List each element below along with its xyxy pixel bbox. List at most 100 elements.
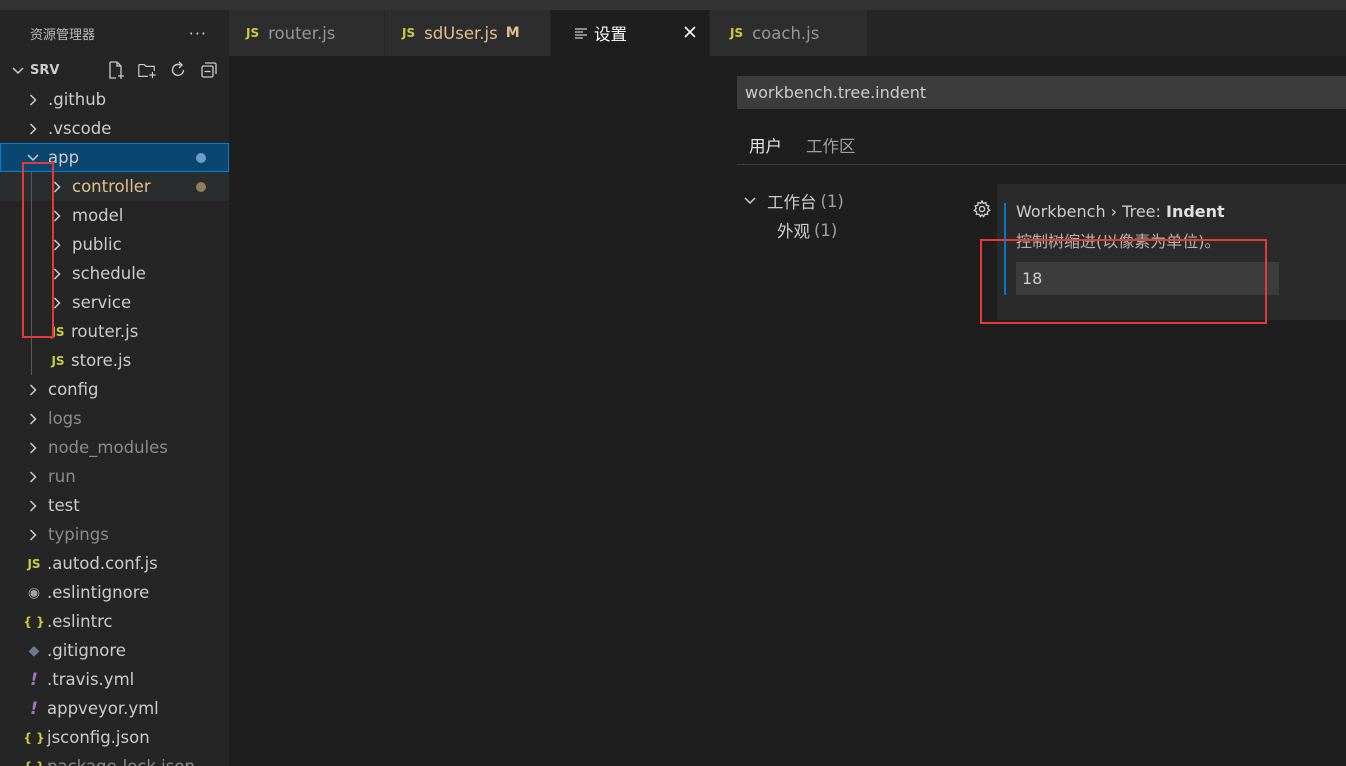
- workspace-section-header[interactable]: SRV: [0, 56, 229, 85]
- chevron-down-icon: [25, 153, 41, 162]
- vscode-window: 资源管理器 ··· SRV .github .vscode app contro…: [0, 0, 1346, 766]
- explorer-actions: [106, 60, 219, 80]
- json-file-icon: { }: [23, 730, 45, 745]
- tree-item-label: .vscode: [48, 119, 112, 138]
- tree-item-label: logs: [48, 409, 82, 428]
- tab-settings[interactable]: 设置: [551, 10, 710, 56]
- tree-item-label: router.js: [71, 322, 139, 341]
- tree-item-label: controller: [72, 177, 151, 196]
- tab-coach-js[interactable]: JS coach.js: [710, 10, 868, 56]
- tree-item-label: test: [48, 496, 80, 515]
- close-icon[interactable]: [681, 23, 699, 41]
- toc-item-appearance[interactable]: 外观 (1): [777, 218, 837, 242]
- tree-folder-row[interactable]: .vscode: [0, 114, 229, 143]
- js-file-icon: JS: [402, 26, 416, 40]
- new-file-icon[interactable]: [106, 60, 126, 80]
- tree-file-row[interactable]: ! .travis.yml: [0, 665, 229, 694]
- js-file-icon: JS: [246, 26, 260, 40]
- chevron-right-icon: [25, 383, 41, 396]
- status-dot: [196, 182, 206, 192]
- tree-folder-row[interactable]: .github: [0, 85, 229, 114]
- tab-label: 设置: [594, 25, 627, 44]
- tree-file-row[interactable]: { } .eslintrc: [0, 607, 229, 636]
- editor-tabs: JS router.js JS sdUser.js M 设置 JS coach.…: [229, 10, 1346, 56]
- collapse-all-icon[interactable]: [199, 60, 219, 80]
- new-folder-icon[interactable]: [137, 60, 157, 80]
- tab-label: coach.js: [752, 23, 820, 43]
- js-file-icon: JS: [51, 353, 65, 368]
- json-file-icon: { }: [23, 614, 45, 629]
- toc-item-workbench[interactable]: 工作台 (1): [744, 189, 844, 213]
- settings-search-input[interactable]: workbench.tree.indent: [737, 76, 1346, 109]
- tree-item-label: jsconfig.json: [47, 728, 150, 747]
- refresh-icon[interactable]: [168, 60, 188, 80]
- tree-file-row[interactable]: ◆ .gitignore: [0, 636, 229, 665]
- explorer-title: 资源管理器: [30, 27, 96, 43]
- tree-item-label: .autod.conf.js: [47, 554, 158, 573]
- tree-item-label: service: [72, 293, 132, 312]
- tree-item-label: .travis.yml: [47, 670, 135, 689]
- tree-item-label: .gitignore: [47, 641, 126, 660]
- tree-file-row[interactable]: ! appveyor.yml: [0, 694, 229, 723]
- tree-file-row[interactable]: JS .autod.conf.js: [0, 549, 229, 578]
- tab-label: sdUser.js: [424, 23, 498, 43]
- toc-count: (1): [814, 220, 838, 240]
- yml-file-icon: !: [30, 698, 38, 719]
- yml-file-icon: !: [30, 669, 38, 690]
- tree-item-label: config: [48, 380, 99, 399]
- workspace-name: SRV: [30, 63, 60, 78]
- chevron-right-icon: [25, 93, 41, 106]
- tree-file-row[interactable]: { }package-lock.json: [0, 752, 229, 766]
- more-actions-icon[interactable]: ···: [189, 24, 207, 43]
- setting-category: Workbench › Tree:: [1016, 202, 1166, 221]
- tree-folder-row[interactable]: logs: [0, 404, 229, 433]
- tree-folder-row[interactable]: test: [0, 491, 229, 520]
- chevron-right-icon: [25, 412, 41, 425]
- js-file-icon: JS: [730, 26, 744, 40]
- scope-tabs-divider: [737, 164, 1346, 165]
- tree-item-label: .eslintignore: [47, 583, 150, 602]
- tree-file-row[interactable]: ◉ .eslintignore: [0, 578, 229, 607]
- tab-router-js[interactable]: JS router.js: [229, 10, 385, 56]
- git-file-icon: ◆: [28, 642, 40, 659]
- tab-label: router.js: [268, 23, 336, 43]
- tree-item-label: schedule: [72, 264, 146, 283]
- tree-item-label: model: [72, 206, 124, 225]
- toc-label: 工作台: [767, 193, 817, 212]
- tree-folder-row[interactable]: typings: [0, 520, 229, 549]
- chevron-right-icon: [25, 528, 41, 541]
- tab-sduser-js[interactable]: JS sdUser.js M: [385, 10, 551, 56]
- title-bar: [0, 0, 1346, 10]
- tree-item-label: typings: [48, 525, 109, 544]
- setting-name: Indent: [1165, 202, 1225, 221]
- js-file-icon: JS: [27, 556, 41, 571]
- chevron-down-icon: [744, 197, 762, 205]
- tree-folder-row[interactable]: run: [0, 462, 229, 491]
- eslint-file-icon: ◉: [27, 584, 41, 601]
- tree-item-label: store.js: [71, 351, 132, 370]
- tree-item-label: node_modules: [48, 438, 168, 457]
- chevron-right-icon: [25, 499, 41, 512]
- explorer-sidebar: 资源管理器 ··· SRV .github .vscode app contro…: [0, 10, 229, 766]
- gear-icon[interactable]: [972, 199, 992, 219]
- json-file-icon: { }: [23, 760, 45, 766]
- tab-workspace-settings[interactable]: 工作区: [794, 128, 868, 165]
- tree-file-row[interactable]: JS store.js: [0, 346, 229, 375]
- highlight-box-setting-value: [980, 239, 1267, 324]
- tree-file-row[interactable]: { } jsconfig.json: [0, 723, 229, 752]
- tree-folder-row[interactable]: config: [0, 375, 229, 404]
- toc-count: (1): [820, 191, 844, 211]
- tab-user-settings[interactable]: 用户: [737, 128, 794, 165]
- status-dot: [196, 153, 206, 163]
- modified-badge: M: [505, 25, 520, 41]
- tree-item-label: appveyor.yml: [47, 699, 159, 718]
- tree-item-label: .eslintrc: [47, 612, 113, 631]
- tree-folder-row[interactable]: node_modules: [0, 433, 229, 462]
- chevron-right-icon: [25, 122, 41, 135]
- chevron-right-icon: [25, 441, 41, 454]
- setting-title: Workbench › Tree: Indent: [1016, 202, 1225, 221]
- settings-list-icon: [575, 27, 587, 39]
- settings-scope-tabs: 用户 工作区: [737, 128, 868, 165]
- chevron-down-icon: [10, 66, 26, 75]
- highlight-box-indent-guide: [22, 162, 54, 338]
